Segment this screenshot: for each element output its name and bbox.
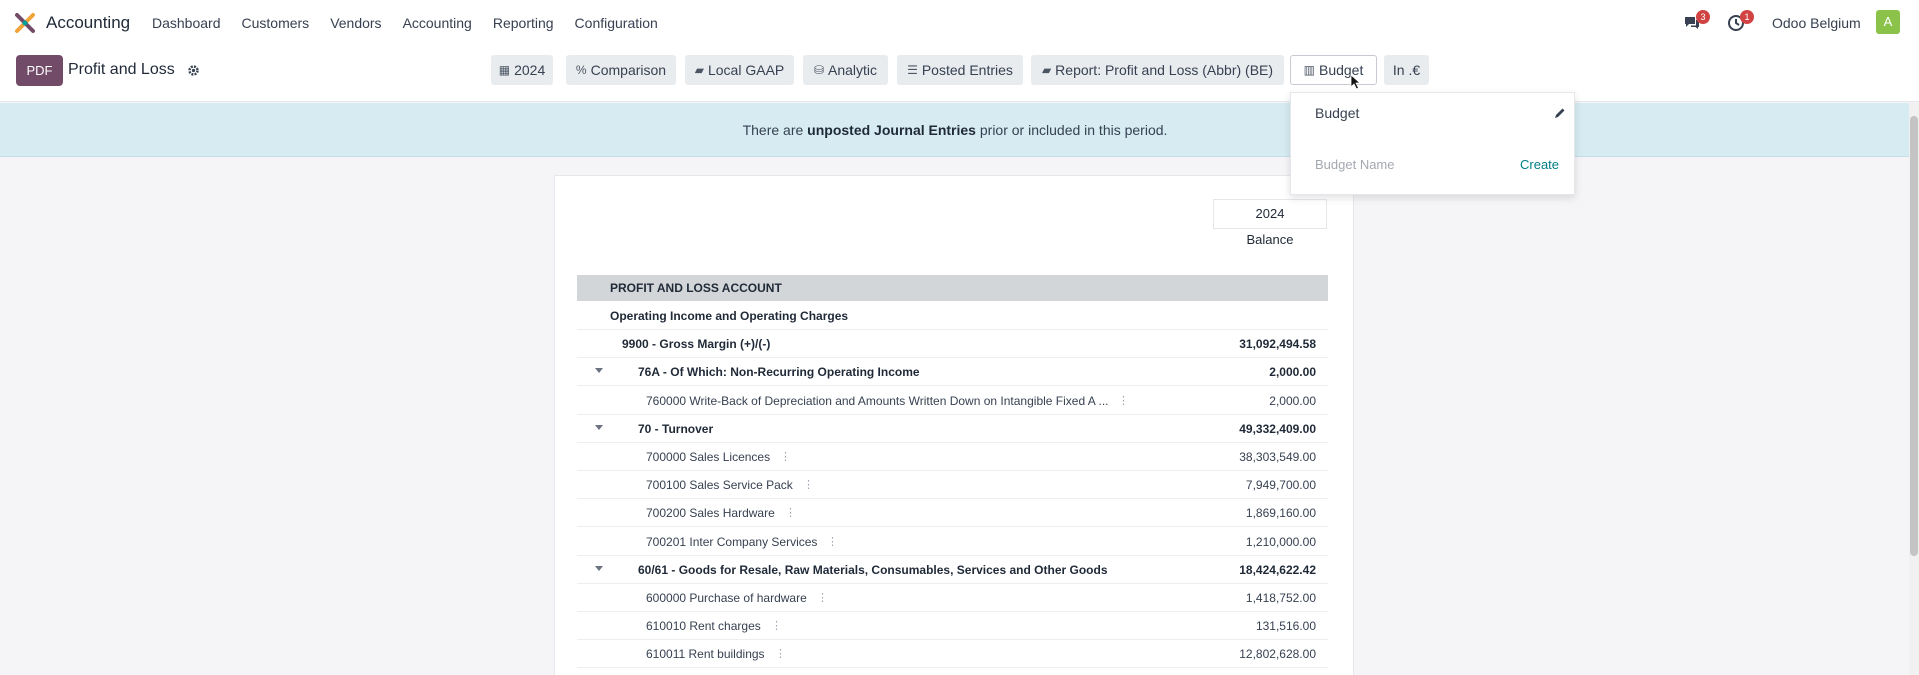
database-icon: ⛁	[813, 63, 825, 77]
menu-dashboard[interactable]: Dashboard	[152, 15, 221, 31]
report-line-label: 700100 Sales Service Pack	[646, 478, 793, 492]
pdf-button[interactable]: PDF	[16, 55, 63, 86]
calendar-icon: ▦	[498, 63, 511, 77]
line-menu-icon[interactable]: ⋮	[775, 647, 786, 660]
report-line-value[interactable]: 1,418,752.00	[1246, 591, 1316, 605]
pencil-icon[interactable]	[1554, 107, 1566, 119]
app-name[interactable]: Accounting	[46, 13, 130, 33]
chevron-down-icon[interactable]	[595, 425, 603, 430]
report-line-value[interactable]: 18,424,622.42	[1239, 563, 1316, 577]
book-icon: ▰	[1041, 63, 1052, 77]
filter-currency[interactable]: In .€	[1384, 55, 1429, 85]
report-line[interactable]: 610010 Rent charges ⋮ 131,516.00	[577, 612, 1328, 640]
report-line[interactable]: 700000 Sales Licences ⋮ 38,303,549.00	[577, 443, 1328, 471]
line-menu-icon[interactable]: ⋮	[780, 450, 791, 463]
report-line-label: 610011 Rent buildings	[646, 647, 765, 661]
filter-date[interactable]: ▦ 2024	[491, 55, 553, 85]
filter-comparison[interactable]: % Comparison	[566, 55, 676, 85]
report-line[interactable]: 600000 Purchase of hardware ⋮ 1,418,752.00	[577, 584, 1328, 612]
report-line[interactable]: 70 - Turnover 49,332,409.00	[577, 415, 1328, 443]
chat-badge: 3	[1696, 10, 1710, 24]
top-navbar: Accounting Dashboard Customers Vendors A…	[0, 0, 1919, 46]
report-line[interactable]: 760000 Write-Back of Depreciation and Am…	[577, 387, 1328, 415]
column-balance-label: Balance	[1246, 232, 1294, 247]
line-menu-icon[interactable]: ⋮	[827, 535, 838, 548]
chevron-down-icon[interactable]	[595, 566, 603, 571]
report-line-label: 9900 - Gross Margin (+)/(-)	[622, 337, 771, 351]
report-line-label: 700201 Inter Company Services	[646, 535, 818, 549]
activity-badge: 1	[1740, 10, 1754, 24]
filter-posted-entries[interactable]: ☰ Posted Entries	[897, 55, 1023, 85]
report-line[interactable]: 700100 Sales Service Pack ⋮ 7,949,700.00	[577, 471, 1328, 499]
report-line-label: 70 - Turnover	[638, 422, 714, 436]
line-menu-icon[interactable]: ⋮	[817, 591, 828, 604]
gear-icon[interactable]	[187, 64, 200, 77]
company-switcher[interactable]: Odoo Belgium	[1772, 15, 1861, 31]
chevron-down-icon[interactable]	[595, 368, 603, 373]
report-line-label: 700000 Sales Licences	[646, 450, 771, 464]
filter-analytic[interactable]: ⛁ Analytic	[803, 55, 888, 85]
filter-budget[interactable]: ▥ Budget	[1290, 55, 1377, 85]
menu-reporting[interactable]: Reporting	[493, 15, 554, 31]
budget-dropdown: Budget Budget Name Create	[1290, 92, 1575, 195]
line-menu-icon[interactable]: ⋮	[771, 619, 782, 632]
accounting-app-icon[interactable]	[14, 12, 36, 34]
report-line[interactable]: 60/61 - Goods for Resale, Raw Materials,…	[577, 556, 1328, 584]
report-line-value[interactable]: 12,802,628.00	[1239, 647, 1316, 661]
section-header: PROFIT AND LOSS ACCOUNT	[577, 275, 1328, 301]
report-line-label: 760000 Write-Back of Depreciation and Am…	[646, 394, 1109, 408]
report-line[interactable]: 76A - Of Which: Non-Recurring Operating …	[577, 358, 1328, 386]
line-menu-icon[interactable]: ⋮	[785, 506, 796, 519]
report-line-value[interactable]: 31,092,494.58	[1239, 337, 1316, 351]
column-period-header[interactable]: 2024	[1213, 199, 1327, 229]
line-menu-icon[interactable]: ⋮	[1118, 394, 1129, 407]
report-line-label: 60/61 - Goods for Resale, Raw Materials,…	[638, 563, 1108, 577]
report-line-value[interactable]: 49,332,409.00	[1239, 422, 1316, 436]
scrollbar-thumb[interactable]	[1910, 116, 1918, 556]
user-avatar[interactable]: A	[1876, 10, 1900, 34]
report-line-label: Operating Income and Operating Charges	[610, 309, 849, 323]
report-line-value[interactable]: 131,516.00	[1256, 619, 1316, 633]
report-line-value[interactable]: 38,303,549.00	[1239, 450, 1316, 464]
filter-local-gaap[interactable]: ▰ Local GAAP	[685, 55, 794, 85]
report-line-label: 700200 Sales Hardware	[646, 506, 775, 520]
filter-report-variant[interactable]: ▰ Report: Profit and Loss (Abbr) (BE)	[1031, 55, 1284, 85]
bar-chart-icon: ▥	[1303, 63, 1315, 77]
report-line-label: 76A - Of Which: Non-Recurring Operating …	[638, 365, 920, 379]
report-line-value[interactable]: 1,869,160.00	[1246, 506, 1316, 520]
report-line[interactable]: Operating Income and Operating Charges	[577, 302, 1328, 330]
unposted-entries-warning: There are unposted Journal Entries prior…	[0, 103, 1910, 157]
page-title: Profit and Loss	[68, 61, 175, 78]
main-menu: Dashboard Customers Vendors Accounting R…	[152, 15, 679, 31]
create-budget-button[interactable]: Create	[1520, 157, 1559, 172]
report-line-label: 600000 Purchase of hardware	[646, 591, 807, 605]
menu-configuration[interactable]: Configuration	[575, 15, 658, 31]
budget-option[interactable]: Budget	[1315, 105, 1359, 121]
percent-icon: %	[575, 63, 587, 77]
report-line[interactable]: 9900 - Gross Margin (+)/(-) 31,092,494.58	[577, 330, 1328, 358]
menu-customers[interactable]: Customers	[242, 15, 310, 31]
line-menu-icon[interactable]: ⋮	[803, 478, 814, 491]
mouse-cursor-icon	[1350, 74, 1362, 90]
control-panel: PDF Profit and Loss ▦ 2024 % Comparison …	[0, 46, 1919, 102]
report-line[interactable]: 700201 Inter Company Services ⋮ 1,210,000.…	[577, 528, 1328, 556]
unposted-entries-link[interactable]: unposted Journal Entries	[807, 122, 976, 138]
report-line[interactable]: 610011 Rent buildings ⋮ 12,802,628.00	[577, 640, 1328, 668]
report-line-label: 610010 Rent charges	[646, 619, 761, 633]
book-icon: ▰	[694, 63, 704, 77]
report-line-value[interactable]: 2,000.00	[1269, 394, 1316, 408]
report-line-value[interactable]: 7,949,700.00	[1246, 478, 1316, 492]
menu-vendors[interactable]: Vendors	[330, 15, 381, 31]
menu-accounting[interactable]: Accounting	[403, 15, 472, 31]
report-line[interactable]: 700200 Sales Hardware ⋮ 1,869,160.00	[577, 499, 1328, 527]
report-line-value[interactable]: 1,210,000.00	[1246, 535, 1316, 549]
sliders-icon: ☰	[907, 63, 918, 77]
report-line-value[interactable]: 2,000.00	[1269, 365, 1316, 379]
budget-name-input[interactable]: Budget Name	[1315, 157, 1395, 172]
